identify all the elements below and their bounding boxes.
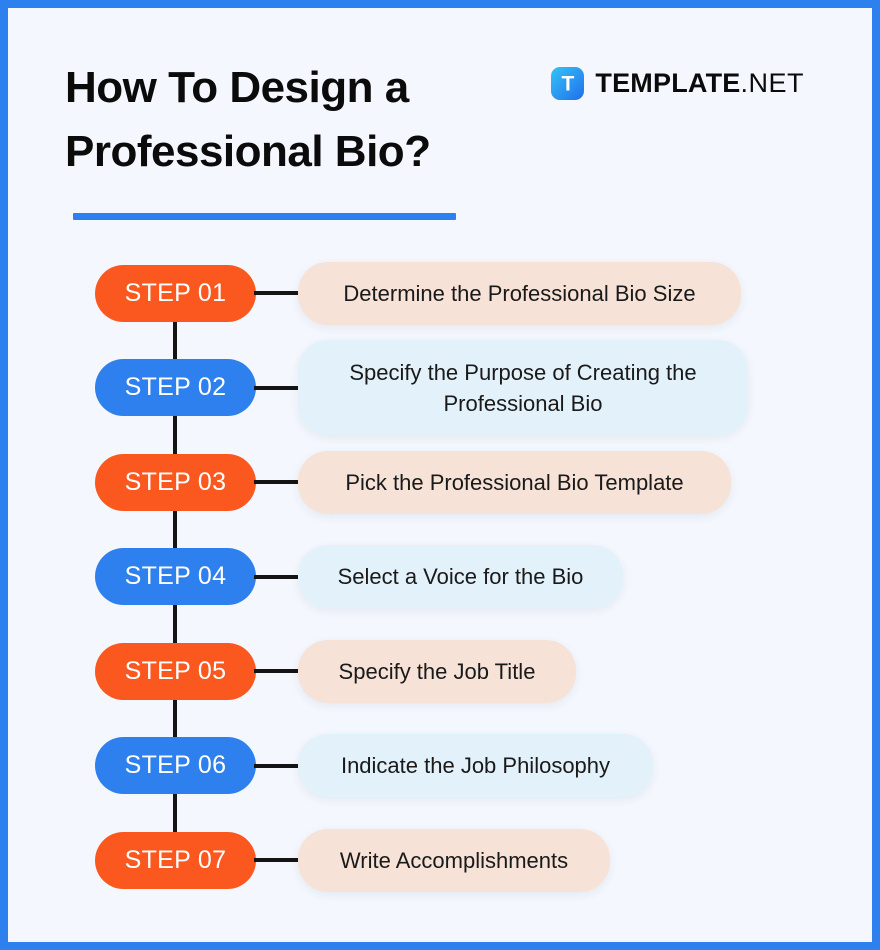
step-number-label: STEP 07 — [124, 845, 227, 874]
step-number-label: STEP 02 — [124, 373, 227, 401]
step-number-pill[interactable]: STEP 04 — [95, 548, 256, 605]
step-connector-horizontal — [254, 669, 300, 673]
step-description-text: Write Accomplishments — [339, 847, 569, 873]
step-description-text: Specify the Job Title — [338, 658, 536, 684]
step-description-box[interactable]: Specify the Purpose of Creating the Prof… — [298, 340, 748, 435]
step-description-box[interactable]: Specify the Job Title — [298, 639, 576, 703]
step-connector-horizontal — [254, 763, 300, 768]
step-connector-horizontal — [254, 291, 300, 295]
step-description-text: Pick the Professional Bio Template — [345, 469, 684, 495]
step-connector-vertical — [173, 790, 177, 836]
step-number-label: STEP 06 — [124, 751, 227, 779]
step-connector-vertical — [173, 695, 177, 741]
step-connector-horizontal — [254, 385, 300, 390]
step-connector-vertical — [173, 317, 177, 363]
step-description-text: Select a Voice for the Bio — [337, 564, 584, 589]
step-connector-vertical — [173, 506, 177, 552]
infographic-canvas: How To Design a Professional Bio? T TEMP… — [8, 8, 872, 942]
step-number-pill[interactable]: STEP 05 — [95, 642, 256, 700]
step-description-text: Determine the Professional Bio Size — [343, 280, 696, 306]
step-number-pill[interactable]: STEP 07 — [95, 831, 256, 889]
step-description-box[interactable]: Determine the Professional Bio Size — [298, 261, 741, 325]
step-description-box[interactable]: Pick the Professional Bio Template — [298, 450, 731, 514]
step-number-label: STEP 05 — [124, 656, 227, 685]
step-connector-horizontal — [254, 858, 300, 862]
step-number-pill[interactable]: STEP 01 — [95, 264, 256, 322]
step-description-text: Specify the Purpose of Creating the Prof… — [349, 359, 697, 416]
steps-flow: STEP 01 Determine the Professional Bio Si… — [8, 8, 872, 942]
step-number-label: STEP 03 — [124, 467, 227, 496]
step-number-pill[interactable]: STEP 03 — [95, 453, 256, 511]
step-number-pill[interactable]: STEP 02 — [95, 359, 256, 416]
step-description-box[interactable]: Write Accomplishments — [298, 828, 610, 892]
step-number-label: STEP 01 — [124, 278, 227, 307]
step-connector-horizontal — [254, 480, 300, 484]
step-number-pill[interactable]: STEP 06 — [95, 737, 256, 794]
infographic-page: How To Design a Professional Bio? T TEMP… — [0, 0, 880, 950]
step-number-label: STEP 04 — [124, 562, 227, 590]
step-description-box[interactable]: Indicate the Job Philosophy — [298, 734, 653, 797]
step-connector-vertical — [173, 601, 177, 647]
step-description-text: Indicate the Job Philosophy — [340, 753, 611, 778]
step-description-box[interactable]: Select a Voice for the Bio — [298, 545, 623, 608]
step-connector-vertical — [173, 412, 177, 458]
step-connector-horizontal — [254, 574, 300, 579]
